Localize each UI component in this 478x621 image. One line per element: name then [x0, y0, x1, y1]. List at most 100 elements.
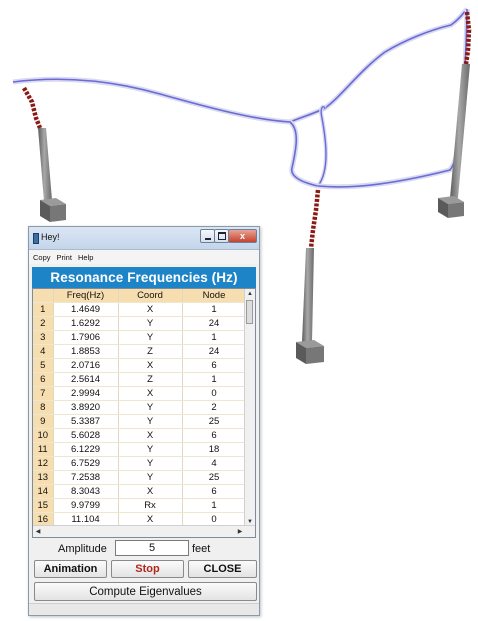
cell-freq: 6.7529: [53, 456, 119, 471]
cable: [12, 7, 470, 190]
row-index: 2: [33, 316, 54, 331]
row-index: 9: [33, 414, 54, 429]
table-row[interactable]: 7 2.9994 X 0: [33, 386, 247, 401]
cell-node: 6: [182, 428, 247, 443]
cell-coord: Y: [118, 414, 183, 429]
row-index: 7: [33, 386, 54, 401]
title-bar[interactable]: Hey! x: [29, 227, 259, 250]
cell-freq: 2.0716: [53, 358, 119, 373]
row-index: 5: [33, 358, 54, 373]
cell-freq: 6.1229: [53, 442, 119, 457]
maximize-button[interactable]: [214, 229, 229, 243]
cell-node: 2: [182, 400, 247, 415]
amplitude-unit: feet: [192, 543, 211, 555]
menu-copy[interactable]: Copy: [33, 253, 51, 262]
cell-coord: X: [118, 484, 183, 499]
row-index: 10: [33, 428, 54, 443]
compute-eigenvalues-button[interactable]: Compute Eigenvalues: [34, 582, 257, 601]
insulator-middle: [308, 189, 321, 249]
cell-coord: Y: [118, 316, 183, 331]
table-row[interactable]: 8 3.8920 Y 2: [33, 400, 247, 415]
row-index: 11: [33, 442, 54, 457]
frequency-table: Freq(Hz) Coord Node 1 1.4649 X 1 2 1.6292 Y 24 3…: [33, 289, 247, 527]
pole-middle-shaft: [302, 248, 314, 342]
cell-coord: Y: [118, 442, 183, 457]
pole-middle: [296, 189, 324, 364]
table-heading: Resonance Frequencies (Hz): [32, 267, 256, 288]
table-row[interactable]: 3 1.7906 Y 1: [33, 330, 247, 345]
vertical-scrollbar[interactable]: ▲ ▼: [244, 289, 255, 527]
arrow-left-icon[interactable]: ◀: [33, 526, 43, 537]
table-row[interactable]: 5 2.0716 X 6: [33, 358, 247, 373]
cell-node: 1: [182, 330, 247, 345]
arrow-right-icon[interactable]: ▶: [235, 526, 245, 537]
scroll-thumb[interactable]: [246, 300, 253, 324]
row-index: 15: [33, 498, 54, 513]
column-header-freq[interactable]: Freq(Hz): [53, 289, 119, 303]
cell-node: 25: [182, 414, 247, 429]
cell-coord: X: [118, 428, 183, 443]
amplitude-input[interactable]: [115, 540, 189, 556]
cell-coord: Y: [118, 470, 183, 485]
cell-node: 0: [182, 386, 247, 401]
close-window-button[interactable]: x: [228, 229, 257, 243]
animation-button[interactable]: Animation: [34, 560, 107, 578]
cell-coord: Y: [118, 456, 183, 471]
table-row[interactable]: 1 1.4649 X 1: [33, 302, 247, 317]
table-row[interactable]: 2 1.6292 Y 24: [33, 316, 247, 331]
table-row[interactable]: 10 5.6028 X 6: [33, 428, 247, 443]
column-header-coord[interactable]: Coord: [118, 289, 183, 303]
minimize-button[interactable]: [200, 229, 215, 243]
row-index: 6: [33, 372, 54, 387]
table-row[interactable]: 12 6.7529 Y 4: [33, 456, 247, 471]
pole-left-shaft: [38, 128, 52, 201]
cell-freq: 2.5614: [53, 372, 119, 387]
menu-help[interactable]: Help: [78, 253, 93, 262]
table-row[interactable]: 15 9.9799 Rx 1: [33, 498, 247, 513]
cell-node: 1: [182, 372, 247, 387]
table-row[interactable]: 11 6.1229 Y 18: [33, 442, 247, 457]
close-button[interactable]: CLOSE: [188, 560, 257, 578]
menu-bar: Copy Print Help: [29, 250, 259, 264]
table-row[interactable]: 14 8.3043 X 6: [33, 484, 247, 499]
stop-button[interactable]: Stop: [111, 560, 184, 578]
pole-middle-base-front: [306, 346, 324, 364]
row-index: 12: [33, 456, 54, 471]
table-row[interactable]: 13 7.2538 Y 25: [33, 470, 247, 485]
menu-print[interactable]: Print: [57, 253, 72, 262]
minimize-icon: [204, 237, 211, 240]
cell-node: 24: [182, 316, 247, 331]
table-row[interactable]: 4 1.8853 Z 24: [33, 344, 247, 359]
status-bar: [29, 603, 259, 615]
resonance-dialog: Hey! x Copy Print Help Resonance Frequen…: [28, 226, 260, 616]
cable-span-upper-line: [12, 8, 468, 123]
pole-right-base-front: [448, 202, 464, 218]
row-index: 1: [33, 302, 54, 317]
cell-coord: X: [118, 386, 183, 401]
cell-freq: 3.8920: [53, 400, 119, 415]
cell-node: 4: [182, 456, 247, 471]
cell-node: 24: [182, 344, 247, 359]
close-icon: x: [239, 230, 245, 241]
cell-node: 6: [182, 358, 247, 373]
table-row[interactable]: 6 2.5614 Z 1: [33, 372, 247, 387]
row-index: 13: [33, 470, 54, 485]
frequency-grid[interactable]: Freq(Hz) Coord Node 1 1.4649 X 1 2 1.6292 Y 24 3…: [32, 288, 256, 538]
pole-right-shaft: [450, 64, 470, 198]
window-title: Hey!: [41, 232, 60, 242]
row-index: 4: [33, 344, 54, 359]
row-index: 3: [33, 330, 54, 345]
cable-span-upper: [12, 7, 469, 125]
cell-freq: 8.3043: [53, 484, 119, 499]
arrow-up-icon[interactable]: ▲: [245, 289, 255, 299]
cell-coord: X: [118, 358, 183, 373]
horizontal-scrollbar[interactable]: ◀ ▶: [33, 525, 255, 537]
pole-left: [22, 86, 66, 222]
table-row[interactable]: 9 5.3387 Y 25: [33, 414, 247, 429]
column-header-node[interactable]: Node: [182, 289, 247, 303]
cell-freq: 5.6028: [53, 428, 119, 443]
cell-coord: Z: [118, 372, 183, 387]
cable-span-lower-line: [317, 8, 468, 188]
row-index: 8: [33, 400, 54, 415]
cell-coord: Y: [118, 330, 183, 345]
